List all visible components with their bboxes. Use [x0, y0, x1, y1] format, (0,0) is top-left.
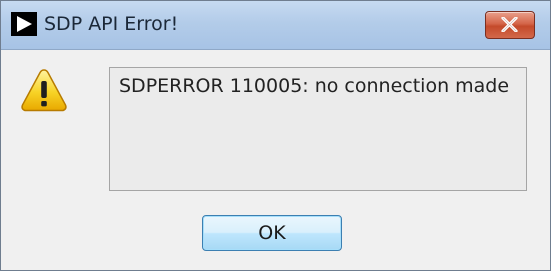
close-button[interactable]: [485, 11, 535, 39]
close-x-icon: [501, 17, 518, 32]
warning-icon: [20, 67, 68, 115]
message-box: SDPERROR 110005: no connection made: [109, 67, 527, 191]
error-message: SDPERROR 110005: no connection made: [119, 75, 510, 97]
error-dialog: SDP API Error! SDPERROR 110005: no conne…: [0, 0, 551, 271]
title-bar[interactable]: SDP API Error!: [1, 1, 550, 50]
window-title: SDP API Error!: [44, 13, 179, 35]
ok-button[interactable]: OK: [202, 215, 342, 251]
app-play-icon: [11, 12, 37, 36]
